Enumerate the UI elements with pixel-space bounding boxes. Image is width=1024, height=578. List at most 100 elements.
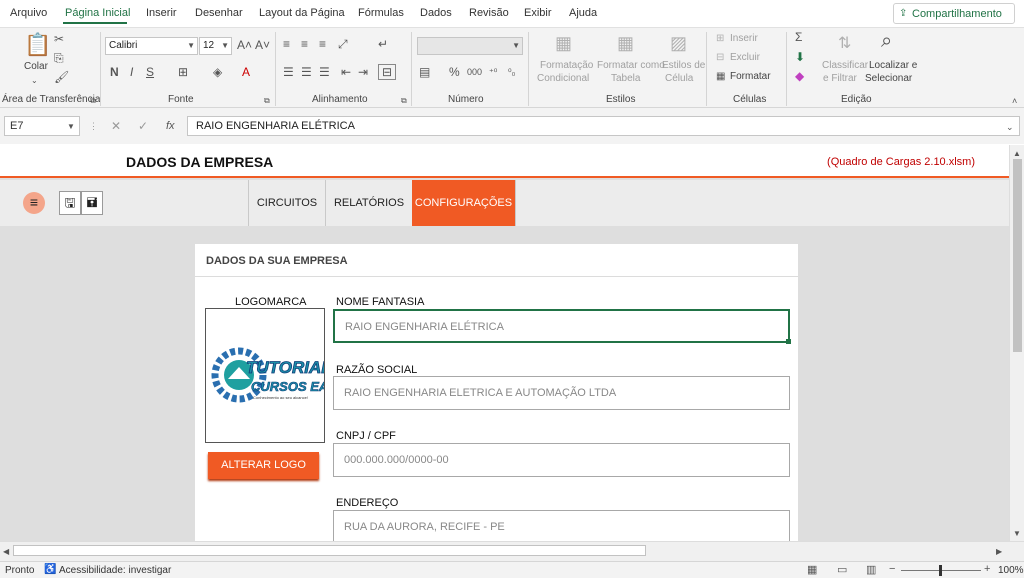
horizontal-scrollbar[interactable]: ◀ ▶ [0,541,1024,561]
sort-filter-label-2[interactable]: e Filtrar [823,73,857,84]
scroll-right-icon[interactable]: ▶ [996,546,1002,558]
confirm-icon[interactable]: ✓ [138,120,148,132]
menu-desenhar[interactable]: Desenhar [195,7,243,19]
wrap-text-icon[interactable]: ↵ [378,38,388,50]
orientation-icon[interactable]: ⤢ [338,38,348,50]
formula-input[interactable]: RAIO ENGENHARIA ELÉTRICA ⌄ [187,116,1020,136]
grow-font-icon[interactable]: A˄ [237,39,252,51]
increase-indent-icon[interactable]: ⇥ [358,66,368,78]
delete-cells-label[interactable]: Excluir [730,52,760,63]
tab-circuitos[interactable]: CIRCUITOS [248,180,325,226]
align-right-icon[interactable]: ☰ [319,66,330,78]
format-cells-label[interactable]: Formatar [730,71,771,82]
cell-styles-label-2[interactable]: Célula [665,73,693,84]
menu-inserir[interactable]: Inserir [146,7,177,19]
menu-arquivo[interactable]: Arquivo [10,7,47,19]
align-top-icon[interactable]: ≡ [283,38,290,50]
format-cells-icon: ▦ [716,71,726,82]
dialog-launcher-icon[interactable]: ⧉ [264,95,270,107]
field-value: RAIO ENGENHARIA ELÉTRICA [345,321,504,333]
accessibility-status[interactable]: Acessibilidade: investigar [59,565,171,576]
scroll-down-icon[interactable]: ▼ [1013,528,1021,540]
share-button[interactable]: ⇪ Compartilhamento [893,3,1015,24]
collapse-ribbon-icon[interactable]: ˄ [1012,95,1017,107]
accounting-format-icon[interactable]: ▤ [419,66,430,78]
font-color-icon[interactable]: A [242,66,250,78]
format-table-label-1[interactable]: Formatar como [597,60,665,71]
divider [275,32,276,106]
number-format-select[interactable]: ▼ [417,37,523,55]
menu-exibir[interactable]: Exibir [524,7,552,19]
font-size-select[interactable]: 12 ▼ [199,37,232,55]
scroll-thumb[interactable] [1013,159,1022,352]
menu-pagina-inicial[interactable]: Página Inicial [65,7,130,19]
insert-cells-label[interactable]: Inserir [730,33,758,44]
font-name-select[interactable]: Calibri ▼ [105,37,198,55]
endereco-field[interactable]: RUA DA AURORA, RECIFE - PE [333,510,790,541]
copy-icon[interactable]: ⎘ [54,52,64,64]
format-table-label-2[interactable]: Tabela [611,73,640,84]
field-value: RUA DA AURORA, RECIFE - PE [344,521,505,533]
cancel-icon[interactable]: ✕ [111,120,121,132]
page-layout-icon[interactable]: ▭ [837,564,847,576]
decrease-decimal-icon[interactable]: ⁰₀ [508,66,515,78]
name-box[interactable]: E7 ▼ [4,116,80,136]
clear-icon[interactable]: ◆ [795,70,804,82]
tab-relatorios[interactable]: RELATÓRIOS [325,180,412,226]
align-middle-icon[interactable]: ≡ [301,38,308,50]
zoom-in-icon[interactable]: + [984,563,990,575]
fill-icon[interactable]: ⬇ [795,51,805,63]
razao-social-field[interactable]: RAIO ENGENHARIA ELETRICA E AUTOMAÇÃO LTD… [333,376,790,410]
menu-icon[interactable]: ≡ [23,192,45,214]
increase-decimal-icon[interactable]: ⁺⁰ [489,66,497,78]
tab-configuracoes[interactable]: CONFIGURAÇÕES [412,180,515,226]
nome-fantasia-field[interactable]: RAIO ENGENHARIA ELÉTRICA [333,309,791,344]
menu-dados[interactable]: Dados [420,7,452,19]
zoom-out-icon[interactable]: − [889,563,895,575]
find-select-label-1[interactable]: Localizar e [869,60,917,71]
alter-logo-button[interactable]: ALTERAR LOGO [208,452,319,479]
menu-layout-pagina[interactable]: Layout da Página [259,7,345,19]
underline-button[interactable]: S [146,66,154,78]
save-as-icon[interactable]: 🖬 [81,191,103,215]
cut-icon[interactable]: ✂ [54,33,64,45]
menu-formulas[interactable]: Fórmulas [358,7,404,19]
align-left-icon[interactable]: ☰ [283,66,294,78]
expand-formula-icon[interactable]: ⌄ [1006,121,1014,133]
shrink-font-icon[interactable]: A˅ [255,39,270,51]
zoom-level[interactable]: 100% [998,565,1024,576]
menu-ajuda[interactable]: Ajuda [569,7,597,19]
vertical-scrollbar[interactable]: ▲ ▼ [1009,145,1024,541]
fill-color-icon[interactable]: ◈ [213,66,222,78]
find-select-label-2[interactable]: Selecionar [865,73,912,84]
zoom-slider-thumb[interactable] [939,565,942,576]
cnpj-cpf-field[interactable]: 000.000.000/0000-00 [333,443,790,477]
dialog-launcher-icon[interactable]: ⧉ [401,95,407,107]
merge-center-icon[interactable]: ⊟ [378,64,397,80]
normal-view-icon[interactable]: ▦ [807,564,817,576]
bold-button[interactable]: N [110,66,119,78]
fill-handle[interactable] [786,339,791,344]
dialog-launcher-icon[interactable]: ⧉ [90,95,96,107]
italic-button[interactable]: I [130,66,133,78]
align-center-icon[interactable]: ☰ [301,66,312,78]
cell-styles-label-1[interactable]: Estilos de [662,60,705,71]
scroll-thumb[interactable] [13,545,646,556]
scroll-left-icon[interactable]: ◀ [3,546,9,558]
group-label-clipboard: Área de Transferência [2,94,101,105]
active-tab-indicator [63,22,127,24]
conditional-format-label-2[interactable]: Condicional [537,73,589,84]
percent-icon[interactable]: % [449,66,460,78]
insert-function-icon[interactable]: fx [166,120,175,132]
autosum-icon[interactable]: Σ [795,31,802,43]
format-painter-icon[interactable]: 🖌 [54,71,69,83]
comma-style-icon[interactable]: 000 [467,66,482,78]
conditional-format-label-1[interactable]: Formatação [540,60,593,71]
menu-revisao[interactable]: Revisão [469,7,509,19]
save-icon[interactable]: 🖫 [59,191,81,215]
decrease-indent-icon[interactable]: ⇤ [341,66,351,78]
page-break-icon[interactable]: ▥ [866,564,876,576]
sort-filter-label-1[interactable]: Classificar [822,60,868,71]
borders-icon[interactable]: ⊞ [178,66,188,78]
align-bottom-icon[interactable]: ≡ [319,38,326,50]
